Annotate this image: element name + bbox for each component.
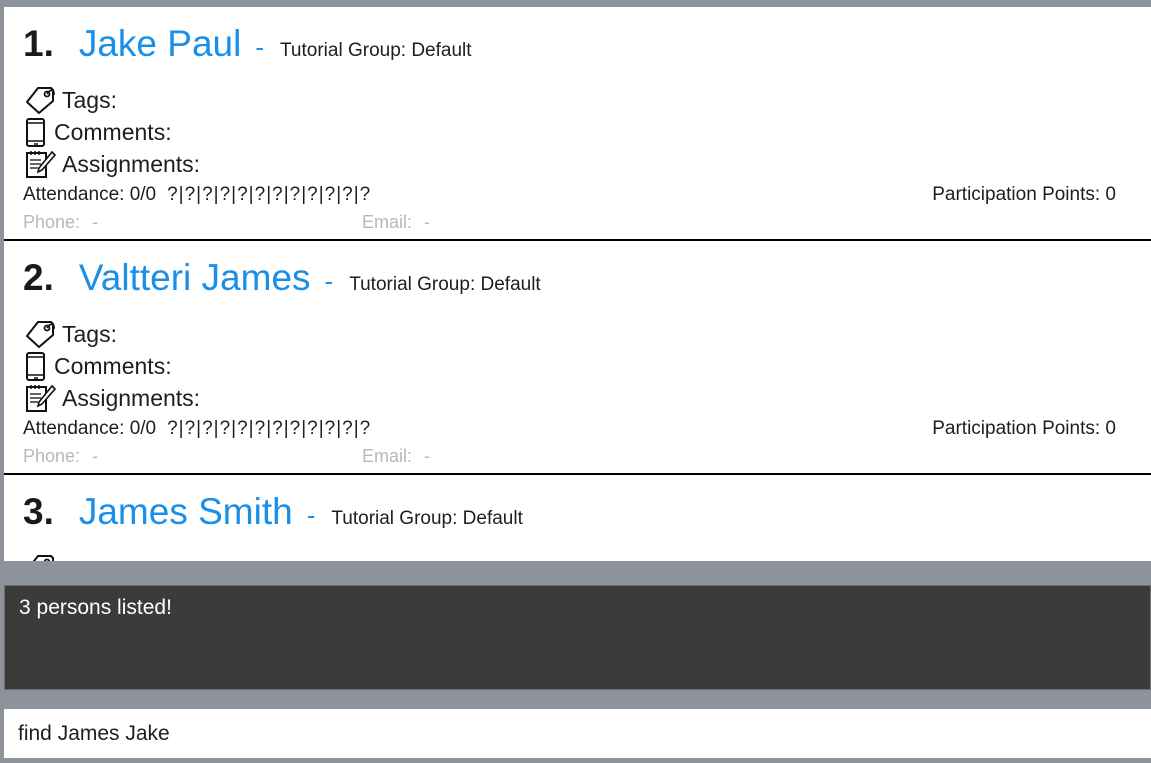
phone-icon <box>26 118 45 147</box>
tag-icon <box>26 321 55 348</box>
command-input[interactable] <box>4 709 1151 758</box>
person-card[interactable]: 2. Valtteri James - Tutorial Group: Defa… <box>4 241 1151 475</box>
email-field: Email: - <box>362 212 430 233</box>
attendance-count: Attendance: 0/0 <box>23 184 157 205</box>
person-name: James Smith <box>78 491 293 532</box>
person-list-panel[interactable]: 1. Jake Paul - Tutorial Group: Default T… <box>4 7 1151 561</box>
tags-row <box>24 553 62 561</box>
result-message: 3 persons listed! <box>19 596 172 619</box>
person-card-header: 1. Jake Paul - Tutorial Group: Default <box>23 23 472 65</box>
phone-field: Phone: - <box>23 212 98 233</box>
email-field: Email: - <box>362 446 430 467</box>
phone-icon <box>26 352 45 381</box>
person-index: 2. <box>23 257 54 298</box>
phone-label: Phone: <box>23 212 81 232</box>
person-card-header: 3. James Smith - Tutorial Group: Default <box>23 491 523 533</box>
phone-value: - <box>92 446 99 466</box>
email-value: - <box>424 212 431 232</box>
tutorial-group: Tutorial Group: Default <box>331 508 523 529</box>
person-index: 1. <box>23 23 54 64</box>
participation-points: Participation Points: 0 <box>932 184 1116 205</box>
tags-label: Tags: <box>62 86 117 113</box>
tutorial-group: Tutorial Group: Default <box>280 40 472 61</box>
attendance: Attendance: 0/0 ?|?|?|?|?|?|?|?|?|?|?|? <box>23 418 371 440</box>
tags-label: Tags: <box>62 320 117 347</box>
person-card[interactable]: 1. Jake Paul - Tutorial Group: Default T… <box>4 7 1151 241</box>
participation-points: Participation Points: 0 <box>932 418 1116 439</box>
tutorial-group: Tutorial Group: Default <box>349 274 541 295</box>
person-card-header: 2. Valtteri James - Tutorial Group: Defa… <box>23 257 541 299</box>
result-display[interactable]: 3 persons listed! <box>4 585 1151 690</box>
assignments-row: Assignments: <box>24 383 200 413</box>
person-name: Jake Paul <box>78 23 242 64</box>
tags-row: Tags: <box>24 319 117 349</box>
attendance-slots: ?|?|?|?|?|?|?|?|?|?|?|? <box>167 184 372 205</box>
email-value: - <box>424 446 431 466</box>
name-separator: - <box>324 266 334 296</box>
comments-label: Comments: <box>54 118 172 145</box>
tag-icon <box>26 87 55 114</box>
tags-row: Tags: <box>24 85 117 115</box>
assignments-label: Assignments: <box>62 150 201 177</box>
email-label: Email: <box>362 212 413 232</box>
phone-field: Phone: - <box>23 446 98 467</box>
name-separator: - <box>306 500 316 530</box>
email-label: Email: <box>362 446 413 466</box>
attendance-slots: ?|?|?|?|?|?|?|?|?|?|?|? <box>167 418 372 439</box>
name-separator: - <box>255 32 265 62</box>
attendance: Attendance: 0/0 ?|?|?|?|?|?|?|?|?|?|?|? <box>23 184 371 206</box>
phone-label: Phone: <box>23 446 81 466</box>
attendance-count: Attendance: 0/0 <box>23 418 157 439</box>
comments-row: Comments: <box>24 117 172 147</box>
person-index: 3. <box>23 491 54 532</box>
notepad-icon <box>26 384 56 412</box>
person-card[interactable]: 3. James Smith - Tutorial Group: Default <box>4 475 1151 561</box>
person-name: Valtteri James <box>78 257 311 298</box>
phone-value: - <box>92 212 99 232</box>
comments-label: Comments: <box>54 352 172 379</box>
tag-icon <box>32 555 54 561</box>
comments-row: Comments: <box>24 351 172 381</box>
assignments-row: Assignments: <box>24 149 200 179</box>
notepad-icon <box>26 150 56 178</box>
command-box[interactable] <box>4 709 1151 758</box>
assignments-label: Assignments: <box>62 384 201 411</box>
